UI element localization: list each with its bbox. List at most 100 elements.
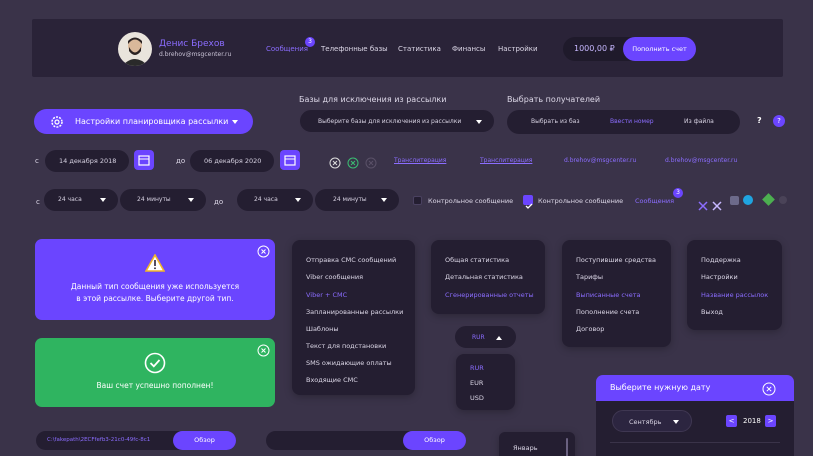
datepicker-title: Выберите нужную дату [610,383,711,392]
month-select[interactable]: Сентябрь [612,410,692,432]
year-prev-button[interactable]: < [726,415,737,427]
transliteration-link-hover[interactable]: Транслитерация [480,157,532,164]
menu-item[interactable]: Шаблоны [306,325,338,333]
control-message-checkbox-checked[interactable] [523,195,533,209]
chevron-down-icon [295,198,301,202]
help-icon-accent[interactable]: ? [773,115,785,127]
menu-item[interactable]: Договор [576,325,604,333]
chevron-up-icon [496,336,502,340]
time-to-label: до [214,198,224,206]
minutes-from-select[interactable]: 24 минуты [120,189,206,211]
nav-settings[interactable]: Настройки [498,45,538,53]
menu-item[interactable]: Отправка СМС сообщений [306,256,396,264]
check-circle-icon [144,352,166,378]
nav-messages[interactable]: Сообщения [266,45,308,53]
hours-to-value: 24 часа [254,196,278,203]
chevron-down-icon [381,198,387,202]
month-value: Сентябрь [629,418,662,426]
topup-button[interactable]: Пополнить счет [623,37,696,61]
nav-statistics[interactable]: Статистика [398,45,441,53]
close-circle-green-icon[interactable] [347,154,359,173]
menu-item[interactable]: Текст для подстановки [306,342,386,350]
email-link-alt[interactable]: d.brehov@msgcenter.ru [665,157,737,164]
tools-icon[interactable] [698,196,708,215]
menu-item-active[interactable]: Выписанные счета [576,291,641,299]
year-next-button[interactable]: > [765,415,776,427]
recipients-from-file[interactable]: Из файла [684,118,714,125]
menu-item[interactable]: Настройки [701,273,738,281]
datepicker-header: Выберите нужную дату [596,375,794,401]
chevron-down-icon [100,198,106,202]
currency-option[interactable]: USD [470,394,484,402]
browse-button-secondary[interactable]: Обзор [403,431,466,450]
menu-item[interactable]: Запланированные рассылки [306,308,403,316]
currency-option[interactable]: RUR [470,364,484,372]
menu-item[interactable]: Входящие СМС [306,376,358,384]
exclude-select[interactable]: Выберите базы для исключения из рассылки [299,109,495,133]
recipients-enter-number[interactable]: Ввести номер [610,118,654,125]
close-icon[interactable] [762,381,776,400]
nav-phone-bases[interactable]: Телефонные базы [321,45,388,53]
menu-item[interactable]: Выход [701,308,723,316]
recipients-segment: Выбрать из баз Ввести номер Из файла [507,110,740,134]
menu-item[interactable]: Детальная статистика [445,273,523,281]
menu-item[interactable]: Поддержка [701,256,741,264]
messages-menu: Отправка СМС сообщений Viber сообщения V… [292,240,415,395]
messages-badge-secondary: 3 [673,188,683,198]
month-option[interactable]: Январь [513,444,538,452]
menu-item[interactable]: Viber сообщения [306,273,363,281]
chevron-down-icon [232,120,238,124]
close-circle-disabled-icon [365,154,377,173]
menu-item[interactable]: Поступившие средства [576,256,656,264]
date-to-field[interactable]: 06 декабря 2020 [190,150,274,172]
scrollbar[interactable] [566,438,568,456]
menu-item[interactable]: Общая статистика [445,256,509,264]
close-icon[interactable] [257,243,270,262]
minutes-from-value: 24 минуты [137,196,171,203]
chevron-down-icon [673,420,679,424]
menu-item[interactable]: Тарифы [576,273,603,281]
calendar-icon[interactable] [134,150,154,170]
warning-alert: Данный тип сообщения уже используется в … [35,239,275,320]
hours-to-select[interactable]: 24 часа [237,189,313,211]
menu-item-active[interactable]: Сгенерированные отчеты [445,291,534,299]
recipients-from-bases[interactable]: Выбрать из баз [531,118,580,125]
nav-finance[interactable]: Финансы [452,45,485,53]
user-email: d.brehov@msgcenter.ru [159,51,232,58]
scheduler-settings-button[interactable]: Настройки планировщика рассылки [34,109,253,134]
currency-options: RUR EUR USD [456,354,515,410]
menu-item-active[interactable]: Название рассылок [701,291,768,299]
minutes-to-select[interactable]: 24 минуты [315,189,399,211]
currency-select[interactable]: RUR [454,325,517,349]
close-icon[interactable] [257,342,270,361]
browse-button[interactable]: Обзор [173,431,236,450]
balance-value: 1000,00 ₽ [574,44,615,53]
skype-icon[interactable] [743,195,753,205]
avatar[interactable] [118,32,152,66]
date-from-field[interactable]: 14 декабря 2018 [45,150,129,172]
menu-item[interactable]: SMS ожидающие оплаты [306,359,392,367]
date-from-label: с [35,157,39,165]
currency-option[interactable]: EUR [470,379,483,387]
success-alert: Ваш счет успешно пополнен! [35,338,275,407]
menu-item[interactable]: Пополнение счета [576,308,639,316]
tools-active-icon[interactable] [712,196,722,215]
messages-link[interactable]: Сообщения [635,197,674,205]
messages-badge: 3 [305,37,315,47]
leaf-icon[interactable] [762,193,775,206]
statistics-menu: Общая статистика Детальная статистика Сг… [431,240,545,314]
close-circle-icon[interactable] [329,154,341,173]
year-value: 2018 [743,417,761,425]
time-from-label: с [36,198,40,206]
help-icon[interactable]: ? [757,116,762,125]
email-link[interactable]: d.brehov@msgcenter.ru [564,157,636,164]
hours-from-select[interactable]: 24 часа [44,189,118,211]
user-name[interactable]: Денис Брехов [159,39,225,49]
menu-item-active[interactable]: Viber + СМС [306,291,347,299]
calendar-icon[interactable] [280,150,300,170]
copy-icon[interactable] [730,196,739,205]
scheduler-settings-label: Настройки планировщика рассылки [75,117,229,126]
finance-menu: Поступившие средства Тарифы Выписанные с… [562,240,671,347]
transliteration-link[interactable]: Транслитерация [394,157,446,164]
control-message-checkbox[interactable] [413,196,422,205]
